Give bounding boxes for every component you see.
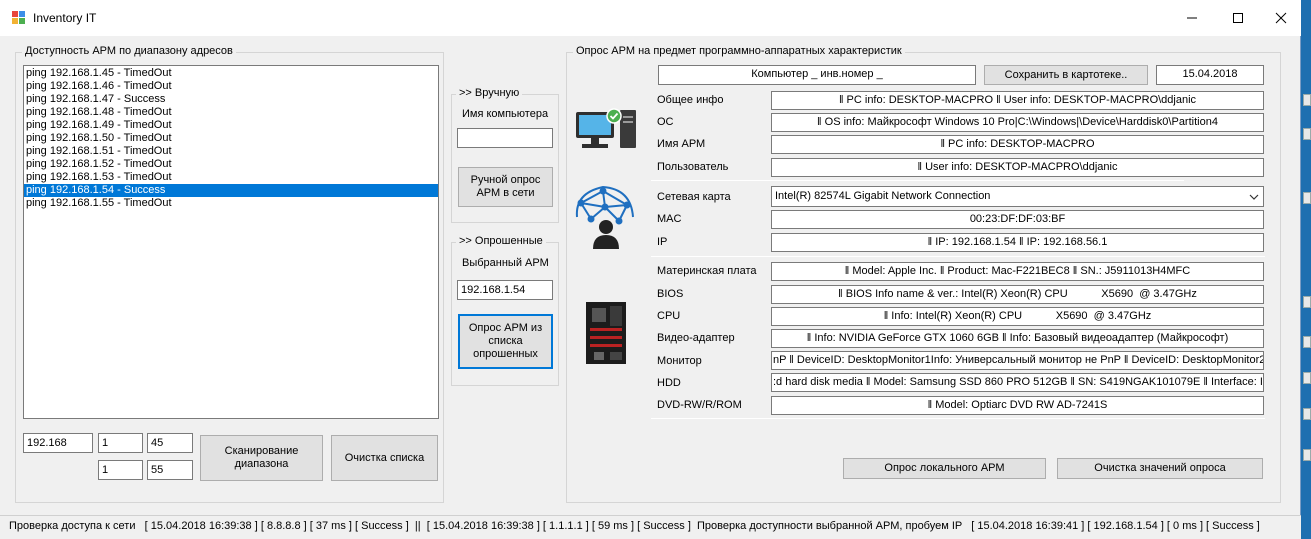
end-octet4-field[interactable]: 55	[147, 460, 193, 480]
arm-name-label: Имя АРМ	[657, 138, 706, 150]
manual-poll-button[interactable]: Ручной опрос АРМ в сети	[458, 167, 553, 207]
clear-list-button[interactable]: Очистка списка	[331, 435, 438, 481]
start-octet4-field[interactable]: 45	[147, 433, 193, 453]
computer-name-label: Имя компьютера	[462, 108, 549, 120]
dvd-label: DVD-RW/R/ROM	[657, 399, 742, 411]
section-divider	[651, 180, 1184, 181]
list-item[interactable]: ping 192.168.1.52 - TimedOut	[24, 158, 438, 171]
section-divider	[651, 418, 1265, 419]
polled-group-title: >> Опрошенные	[456, 235, 546, 247]
desktop-fragment	[1303, 449, 1311, 461]
close-button[interactable]	[1258, 0, 1304, 36]
list-item[interactable]: ping 192.168.1.50 - TimedOut	[24, 132, 438, 145]
nic-label: Сетевая карта	[657, 191, 731, 203]
status-bar: Проверка доступа к сети [ 15.04.2018 16:…	[0, 515, 1301, 539]
ip-prefix-field[interactable]: 192.168	[23, 433, 93, 453]
desktop-fragment	[1303, 296, 1311, 308]
selected-arm-field[interactable]: 192.168.1.54	[457, 280, 553, 300]
cpu-field[interactable]: ‖ Info: Intel(R) Xeon(R) CPU X5690 @ 3.4…	[771, 307, 1264, 326]
arm-name-field[interactable]: ‖ PC info: DESKTOP-MACPRO	[771, 135, 1264, 154]
bios-field[interactable]: ‖ BIOS Info name & ver.: Intel(R) Xeon(R…	[771, 285, 1264, 304]
minimize-button[interactable]	[1169, 0, 1215, 36]
status-text: Проверка доступа к сети [ 15.04.2018 16:…	[9, 520, 1260, 532]
background-desktop-strip	[1301, 36, 1311, 539]
app-icon	[12, 11, 25, 24]
section-divider	[651, 256, 1265, 257]
monitor-field[interactable]: nP ‖ DeviceID: DesktopMonitor1Info: Унив…	[771, 351, 1264, 370]
dvd-field[interactable]: ‖ Model: Optiarc DVD RW AD-7241S	[771, 396, 1264, 415]
desktop-fragment	[1303, 408, 1311, 420]
video-label: Видео-адаптер	[657, 332, 735, 344]
hdd-label: HDD	[657, 377, 681, 389]
card-name-field[interactable]: Компьютер _ инв.номер _	[658, 65, 976, 85]
computer-check-icon	[576, 108, 636, 148]
start-octet3-field[interactable]: 1	[98, 433, 143, 453]
selected-arm-label: Выбранный АРМ	[462, 257, 549, 269]
hdd-field[interactable]: :d hard disk media ‖ Model: Samsung SSD …	[771, 373, 1264, 392]
nic-combobox[interactable]: Intel(R) 82574L Gigabit Network Connecti…	[771, 186, 1264, 207]
window-title: Inventory IT	[33, 11, 97, 25]
user-field[interactable]: ‖ User info: DESKTOP-MACPRO\ddjanic	[771, 158, 1264, 177]
motherboard-icon	[586, 302, 626, 364]
bios-label: BIOS	[657, 288, 684, 300]
title-bar[interactable]: Inventory IT	[0, 0, 1301, 36]
desktop-fragment	[1303, 372, 1311, 384]
os-field[interactable]: ‖ OS info: Майкрософт Windows 10 Pro|C:\…	[771, 113, 1264, 132]
poll-local-arm-button[interactable]: Опрос локального АРМ	[843, 458, 1046, 479]
desktop-fragment	[1303, 94, 1311, 106]
motherboard-field[interactable]: ‖ Model: Apple Inc. ‖ Product: Mac-F221B…	[771, 262, 1264, 281]
ip-field[interactable]: ‖ IP: 192.168.1.54 ‖ IP: 192.168.56.1	[771, 233, 1264, 252]
general-info-field[interactable]: ‖ PC info: DESKTOP-MACPRO ‖ User info: D…	[771, 91, 1264, 110]
user-label: Пользователь	[657, 161, 729, 173]
list-item[interactable]: ping 192.168.1.48 - TimedOut	[24, 106, 438, 119]
chevron-down-icon	[1249, 194, 1259, 200]
main-window: Inventory IT Доступность АРМ по диапазон…	[0, 0, 1301, 539]
cpu-label: CPU	[657, 310, 681, 322]
motherboard-label: Материнская плата	[657, 265, 757, 277]
ping-results-list[interactable]: ping 192.168.1.45 - TimedOut ping 192.168…	[23, 65, 439, 419]
maximize-icon	[1233, 13, 1243, 23]
desktop-fragment	[1303, 192, 1311, 204]
list-item[interactable]: ping 192.168.1.49 - TimedOut	[24, 119, 438, 132]
list-item[interactable]: ping 192.168.1.47 - Success	[24, 93, 438, 106]
computer-name-input[interactable]	[457, 128, 553, 148]
nic-combobox-value: Intel(R) 82574L Gigabit Network Connecti…	[775, 190, 991, 202]
mac-label: MAC	[657, 213, 682, 225]
desktop-fragment	[1303, 336, 1311, 348]
save-to-card-button[interactable]: Сохранить в картотеке..	[984, 65, 1148, 85]
list-item[interactable]: ping 192.168.1.51 - TimedOut	[24, 145, 438, 158]
general-info-label: Общее инфо	[657, 94, 724, 106]
ip-label: IP	[657, 236, 668, 248]
range-group-title: Доступность АРМ по диапазону адресов	[22, 45, 236, 57]
poll-from-list-button[interactable]: Опрос АРМ из списка опрошенных	[458, 314, 553, 369]
maximize-button[interactable]	[1215, 0, 1261, 36]
hw-group-title: Опрос АРМ на предмет программно-аппаратн…	[573, 45, 905, 57]
mac-field[interactable]: 00:23:DF:DF:03:BF	[771, 210, 1264, 229]
list-item[interactable]: ping 192.168.1.45 - TimedOut	[24, 67, 438, 80]
list-item[interactable]: ping 192.168.1.53 - TimedOut	[24, 171, 438, 184]
close-icon	[1275, 12, 1287, 24]
network-user-icon	[575, 185, 634, 249]
clear-poll-values-button[interactable]: Очистка значений опроса	[1057, 458, 1263, 479]
list-item[interactable]: ping 192.168.1.46 - TimedOut	[24, 80, 438, 93]
date-field: 15.04.2018	[1156, 65, 1264, 85]
end-octet3-field[interactable]: 1	[98, 460, 143, 480]
desktop-fragment	[1303, 128, 1311, 140]
monitor-label: Монитор	[657, 355, 702, 367]
list-item[interactable]: ping 192.168.1.54 - Success	[24, 184, 438, 197]
manual-group-title: >> Вручную	[456, 87, 523, 99]
os-label: ОС	[657, 116, 674, 128]
minimize-icon	[1187, 17, 1197, 19]
list-item[interactable]: ping 192.168.1.55 - TimedOut	[24, 197, 438, 210]
scan-range-button[interactable]: Сканирование диапазона	[200, 435, 323, 481]
video-field[interactable]: ‖ Info: NVIDIA GeForce GTX 1060 6GB ‖ In…	[771, 329, 1264, 348]
